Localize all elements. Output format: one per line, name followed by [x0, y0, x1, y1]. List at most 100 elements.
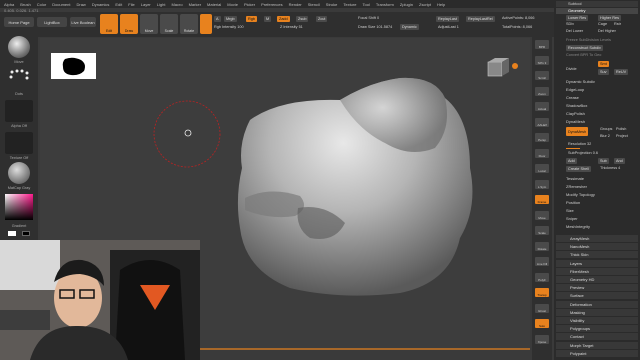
menu-item-tool[interactable]: Tool: [362, 2, 369, 7]
rotate-tool-button[interactable]: Rotate: [180, 14, 198, 34]
menu-item-material[interactable]: Material: [207, 2, 221, 7]
shelf-button-bpr[interactable]: BPR: [535, 40, 549, 49]
del-higher-button[interactable]: Del Higher: [598, 29, 616, 33]
z-intensity-slider[interactable]: Z Intensity 51: [280, 25, 303, 29]
shelf-button-local[interactable]: Local: [535, 164, 549, 173]
subpalette-visibility[interactable]: Visibility: [556, 317, 638, 324]
brush-thumbnail-icon[interactable]: [8, 36, 30, 58]
edgeloop-item[interactable]: EdgeLoop: [566, 87, 584, 92]
thickness-slider[interactable]: Thickness 4: [600, 166, 620, 170]
subtool-header[interactable]: Subtool: [556, 1, 638, 7]
replay-last-rel-button[interactable]: ReplayLastRel: [466, 16, 495, 22]
menu-item-light[interactable]: Light: [157, 2, 166, 7]
menu-item-preferences[interactable]: Preferences: [261, 2, 283, 7]
shelf-button-rotate[interactable]: Rotate: [535, 241, 549, 251]
menu-item-picker[interactable]: Picker: [244, 2, 255, 7]
shelf-button-scroll[interactable]: Scroll: [535, 71, 549, 80]
and-button[interactable]: And: [614, 158, 625, 164]
divide-button[interactable]: Divide: [566, 67, 577, 71]
create-shell-button[interactable]: Create Shell: [566, 166, 591, 172]
convert-bpr-button[interactable]: Convert BPR To Geo: [566, 53, 601, 57]
subpalette-deformation[interactable]: Deformation: [556, 300, 638, 308]
subpalette-contact[interactable]: Contact: [556, 333, 638, 341]
claypolish-item[interactable]: ClayPolish: [566, 111, 585, 116]
menu-item-help[interactable]: Help: [437, 2, 445, 7]
shelf-button-xpose[interactable]: Xpose: [535, 334, 549, 344]
menu-item-document[interactable]: Document: [52, 2, 70, 7]
shelf-button-solo[interactable]: Solo: [535, 319, 549, 328]
palette-item-zremesher[interactable]: ZRemesher: [566, 184, 587, 189]
palette-item-modify-topology[interactable]: Modify Topology: [566, 192, 595, 197]
live-boolean-button[interactable]: Live Boolean: [70, 17, 96, 27]
palette-item-size[interactable]: Size: [566, 208, 574, 213]
stroke-dots-icon[interactable]: [8, 68, 30, 88]
groups-toggle[interactable]: Groups: [600, 127, 612, 131]
higher-res-button[interactable]: Higher Res: [598, 15, 621, 21]
palette-item-meshintegrity[interactable]: MeshIntegrity: [566, 224, 590, 229]
shelf-button-scale[interactable]: Scale: [535, 226, 549, 235]
menu-item-dynamics[interactable]: Dynamics: [92, 2, 110, 7]
draw-size-slider[interactable]: Draw Size 101.5874: [358, 25, 392, 29]
shelf-button-l-sym[interactable]: L.Sym: [535, 179, 549, 189]
shelf-button-transp[interactable]: Transp: [535, 288, 549, 297]
shadowbox-item[interactable]: ShadowBox: [566, 103, 587, 108]
menu-item-marker[interactable]: Marker: [189, 2, 201, 7]
subpalette-surface[interactable]: Surface: [556, 292, 638, 300]
subpalette-layers[interactable]: Layers: [556, 259, 638, 267]
alpha-thumbnail-icon[interactable]: [5, 100, 33, 122]
resolution-slider[interactable]: Resolution 32: [568, 142, 591, 146]
del-lower-button[interactable]: Del Lower: [566, 29, 583, 33]
shelf-button-line-fill[interactable]: Line Fill: [535, 257, 549, 266]
main-color-swatch[interactable]: [8, 231, 16, 236]
subpalette-geometry-hd[interactable]: Geometry HD: [556, 276, 638, 283]
subpalette-masking[interactable]: Masking: [556, 308, 638, 316]
freeze-subdivision-button[interactable]: Freeze SubDivision Levels: [566, 38, 611, 42]
shelf-button-spix-3[interactable]: SPix 3: [535, 55, 549, 65]
subpalette-polygroups[interactable]: Polygroups: [556, 325, 638, 333]
move-tool-button[interactable]: Move: [140, 14, 158, 34]
dynamesh-button[interactable]: DynaMesh: [566, 127, 589, 136]
geometry-header[interactable]: Geometry: [556, 8, 638, 14]
menu-item-macro[interactable]: Macro: [171, 2, 182, 7]
lower-res-button[interactable]: Lower Res: [566, 15, 589, 21]
shelf-button-move[interactable]: Move: [535, 210, 549, 220]
scale-tool-button[interactable]: Scale: [160, 14, 178, 34]
color-picker-icon[interactable]: [5, 194, 33, 220]
shelf-button-aahalf[interactable]: AAHalf: [535, 117, 549, 127]
shelf-button-actual[interactable]: Actual: [535, 102, 549, 111]
blur-slider[interactable]: Blur 2: [600, 134, 610, 138]
menu-item-edit[interactable]: Edit: [115, 2, 122, 7]
zsub-toggle[interactable]: Zsub: [296, 16, 309, 22]
replay-last-button[interactable]: ReplayLast: [436, 16, 459, 22]
rgb-toggle[interactable]: Rgb: [246, 16, 257, 22]
menu-item-color[interactable]: Color: [37, 2, 47, 7]
palette-item-tessimate[interactable]: Tessimate: [566, 176, 584, 181]
reconstruct-subdiv-button[interactable]: Reconstruct Subdiv: [566, 45, 603, 51]
menu-item-draw[interactable]: Draw: [76, 2, 85, 7]
adjust-last-slider[interactable]: AdjustLast 1: [438, 25, 459, 29]
shelf-button-frame[interactable]: Frame: [535, 195, 549, 204]
menu-item-transform[interactable]: Transform: [376, 2, 394, 7]
subpalette-arraymesh[interactable]: ArrayMesh: [556, 235, 638, 242]
menu-item-file[interactable]: File: [128, 2, 134, 7]
subpalette-preview[interactable]: Preview: [556, 284, 638, 292]
shelf-button-zoom[interactable]: Zoom: [535, 86, 549, 96]
menu-item-zscript[interactable]: Zscript: [419, 2, 431, 7]
subprojection-slider[interactable]: SubProjection 0.6: [568, 151, 598, 155]
dynamic-toggle[interactable]: Dynamic: [400, 24, 419, 30]
shelf-button-persp[interactable]: Persp: [535, 133, 549, 142]
shelf-button-ghost[interactable]: Ghost: [535, 303, 549, 313]
zcut-toggle[interactable]: Zcut: [316, 16, 328, 22]
draw-tool-button[interactable]: Draw: [120, 14, 138, 34]
palette-item-sniper[interactable]: Sniper: [566, 216, 578, 221]
crease-item[interactable]: Crease: [566, 95, 579, 100]
rstr-button[interactable]: Rstr: [614, 22, 621, 26]
subpalette-nanomesh[interactable]: NanoMesh: [556, 243, 638, 251]
menu-item-movie[interactable]: Movie: [227, 2, 238, 7]
mrgb-toggle[interactable]: Mrgb: [224, 16, 237, 22]
secondary-color-swatch[interactable]: [22, 231, 30, 236]
home-page-button[interactable]: Home Page: [4, 17, 34, 27]
project-toggle[interactable]: Project: [616, 134, 628, 138]
polish-toggle[interactable]: Polish: [616, 127, 626, 131]
reuv-toggle[interactable]: ReUV: [614, 69, 629, 75]
